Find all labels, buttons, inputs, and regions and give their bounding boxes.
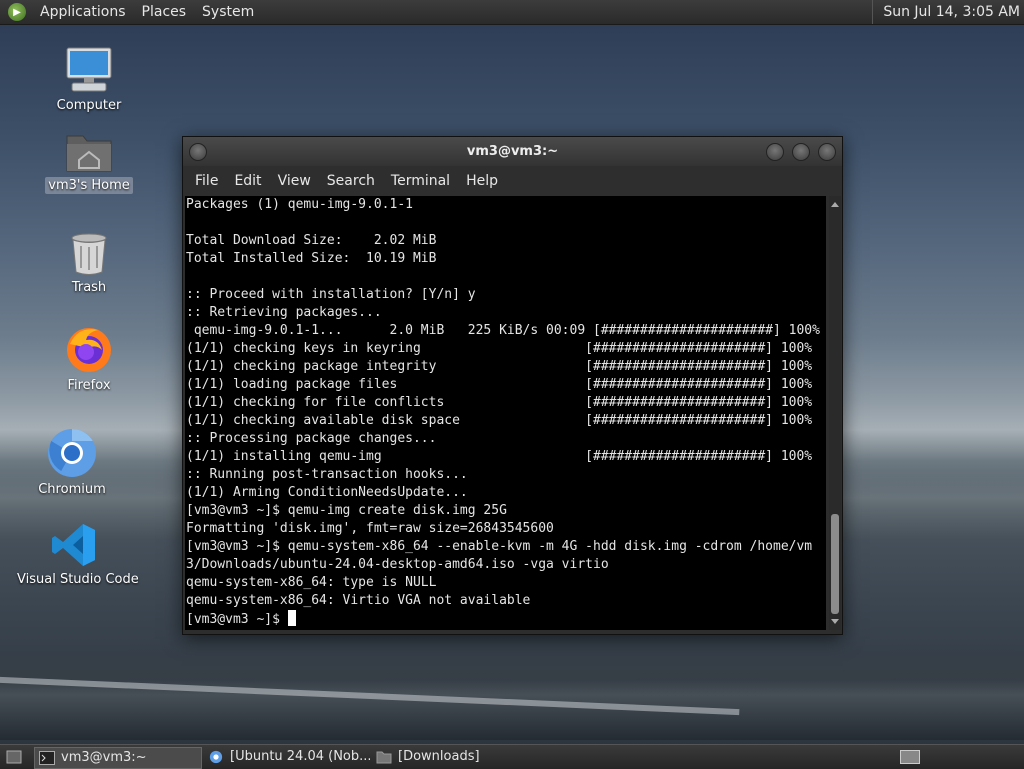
task-label: [Downloads] — [398, 749, 480, 764]
home-folder-icon — [29, 124, 149, 174]
desktop-icon-label: Computer — [56, 98, 122, 113]
terminal-icon — [39, 751, 55, 765]
desktop-icon-chromium[interactable]: Chromium — [12, 428, 132, 498]
terminal-line: :: Proceed with installation? [Y/n] y — [186, 287, 476, 302]
terminal-prompt: [vm3@vm3 ~]$ — [186, 612, 288, 627]
window-menu-button[interactable] — [189, 143, 207, 161]
terminal-line: [vm3@vm3 ~]$ qemu-system-x86_64 --enable… — [186, 539, 813, 554]
terminal-prompt-line[interactable]: [vm3@vm3 ~]$ — [185, 610, 826, 628]
terminal-line: Total Download Size: 2.02 MiB — [186, 233, 437, 248]
computer-icon — [29, 44, 149, 94]
desktop-icon-label: Visual Studio Code — [17, 572, 139, 587]
terminal-line: 3/Downloads/ubuntu-24.04-desktop-amd64.i… — [186, 557, 609, 572]
task-terminal[interactable]: vm3@vm3:~ — [34, 747, 202, 769]
menu-help[interactable]: Help — [458, 173, 506, 189]
scroll-down-arrow-icon[interactable] — [831, 619, 839, 624]
desktop-icon-label: Firefox — [67, 378, 111, 393]
menu-system[interactable]: System — [194, 4, 262, 20]
menu-search[interactable]: Search — [319, 173, 383, 189]
firefox-icon — [29, 324, 149, 374]
terminal-line: (1/1) checking available disk space [###… — [186, 413, 813, 428]
window-titlebar[interactable]: vm3@vm3:~ — [183, 137, 842, 166]
terminal-line: (1/1) checking for file conflicts [#####… — [186, 395, 813, 410]
wallpaper-road — [0, 640, 1024, 740]
show-desktop-button[interactable] — [2, 747, 32, 767]
chromium-icon — [12, 428, 132, 478]
terminal-line: qemu-img-9.0.1-1... 2.0 MiB 225 KiB/s 00… — [186, 323, 820, 338]
terminal-output[interactable]: Packages (1) qemu-img-9.0.1-1 Total Down… — [185, 196, 826, 630]
task-label: vm3@vm3:~ — [61, 750, 147, 765]
terminal-window[interactable]: vm3@vm3:~ File Edit View Search Terminal… — [182, 136, 843, 635]
terminal-line: (1/1) checking keys in keyring [########… — [186, 341, 813, 356]
terminal-line: :: Running post-transaction hooks... — [186, 467, 468, 482]
desktop-icon-label: vm3's Home — [45, 177, 133, 194]
desktop-icon-home[interactable]: vm3's Home — [29, 124, 149, 194]
desktop-icon-vscode[interactable]: Visual Studio Code — [14, 518, 139, 588]
menu-applications[interactable]: Applications — [32, 4, 134, 20]
terminal-line: (1/1) loading package files [###########… — [186, 377, 813, 392]
terminal-line: :: Retrieving packages... — [186, 305, 382, 320]
desktop-icon-trash[interactable]: Trash — [29, 226, 149, 296]
applications-logo-icon[interactable]: ▶ — [8, 3, 26, 21]
window-title: vm3@vm3:~ — [466, 144, 559, 159]
terminal-line: Total Installed Size: 10.19 MiB — [186, 251, 437, 266]
bottom-taskbar: vm3@vm3:~ [Ubuntu 24.04 (Nob... [Downloa… — [0, 744, 1024, 769]
menu-edit[interactable]: Edit — [226, 173, 269, 189]
terminal-line: (1/1) Arming ConditionNeedsUpdate... — [186, 485, 468, 500]
desktop-icon-firefox[interactable]: Firefox — [29, 324, 149, 394]
terminal-line: (1/1) installing qemu-img [#############… — [186, 449, 813, 464]
desktop-icon-computer[interactable]: Computer — [29, 44, 149, 114]
terminal-menubar: File Edit View Search Terminal Help — [183, 166, 842, 196]
terminal-line: Formatting 'disk.img', fmt=raw size=2684… — [186, 521, 554, 536]
workspace-icon — [900, 750, 920, 764]
desktop-icon-label: Chromium — [38, 482, 106, 497]
menu-terminal[interactable]: Terminal — [383, 173, 458, 189]
trash-icon — [29, 226, 149, 276]
menu-file[interactable]: File — [187, 173, 226, 189]
task-downloads[interactable]: [Downloads] — [372, 747, 538, 767]
text-cursor — [287, 610, 296, 626]
terminal-line: qemu-system-x86_64: type is NULL — [186, 575, 437, 590]
minimize-button[interactable] — [766, 143, 784, 161]
folder-icon — [376, 751, 392, 764]
task-label: [Ubuntu 24.04 (Nob... — [230, 749, 370, 764]
top-panel: ▶ Applications Places System Sun Jul 14,… — [0, 0, 1024, 25]
show-desktop-icon — [6, 750, 22, 764]
desktop-icon-label: Trash — [71, 280, 107, 295]
terminal-line: [vm3@vm3 ~]$ qemu-img create disk.img 25… — [186, 503, 507, 518]
clock[interactable]: Sun Jul 14, 3:05 AM — [872, 0, 1024, 24]
scroll-up-arrow-icon[interactable] — [831, 202, 839, 207]
scrollbar-thumb[interactable] — [831, 514, 839, 614]
menu-view[interactable]: View — [270, 173, 319, 189]
chromium-icon — [209, 750, 223, 764]
menu-places[interactable]: Places — [134, 4, 195, 20]
terminal-line: :: Processing package changes... — [186, 431, 437, 446]
terminal-line: Packages (1) qemu-img-9.0.1-1 — [186, 197, 413, 212]
terminal-scrollbar[interactable] — [829, 196, 841, 630]
vscode-icon — [14, 518, 134, 568]
workspace-switcher[interactable] — [896, 747, 926, 767]
close-button[interactable] — [818, 143, 836, 161]
task-chromium[interactable]: [Ubuntu 24.04 (Nob... — [204, 747, 370, 767]
maximize-button[interactable] — [792, 143, 810, 161]
terminal-line: (1/1) checking package integrity [######… — [186, 359, 813, 374]
terminal-line: qemu-system-x86_64: Virtio VGA not avail… — [186, 593, 531, 608]
